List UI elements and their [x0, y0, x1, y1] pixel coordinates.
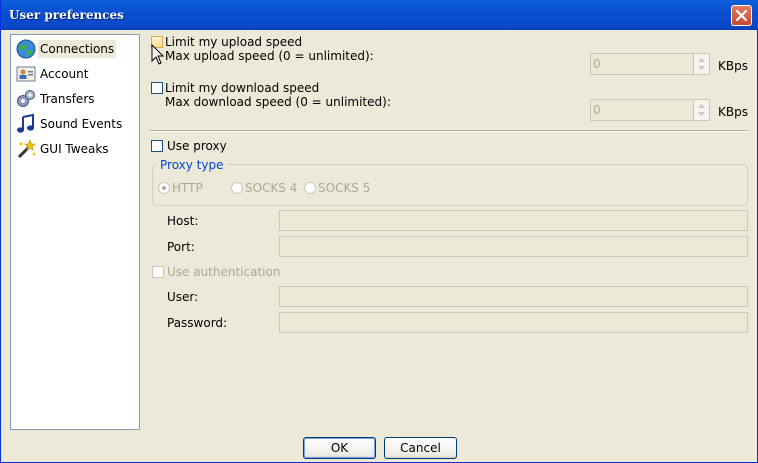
sidebar-item-label: Account [40, 67, 89, 81]
globe-network-icon [15, 38, 37, 60]
sidebar-item-label: Sound Events [40, 117, 123, 131]
password-label: Password: [167, 316, 228, 330]
port-input[interactable] [279, 236, 748, 257]
download-unit-label: KBps [718, 105, 748, 119]
sidebar-item-label: GUI Tweaks [40, 142, 109, 156]
close-button[interactable] [731, 5, 752, 26]
proxy-type-group-title: Proxy type [157, 158, 227, 172]
user-label: User: [167, 290, 199, 304]
window-title: User preferences [9, 8, 124, 22]
spinner-arrows[interactable] [693, 100, 709, 120]
limit-download-label[interactable]: Limit my download speed [165, 81, 319, 95]
max-download-spinner[interactable]: 0 [590, 99, 710, 121]
music-note-icon [15, 113, 37, 135]
port-label: Port: [167, 240, 195, 254]
sidebar-item-label: Transfers [40, 92, 95, 106]
user-card-icon [15, 63, 37, 85]
paint-sparkle-icon [15, 138, 37, 160]
ok-button[interactable]: OK [303, 437, 376, 459]
limit-upload-label[interactable]: Limit my upload speed [165, 35, 302, 49]
host-input[interactable] [279, 210, 748, 231]
sidebar-item-sound-events[interactable]: Sound Events [15, 112, 123, 136]
close-icon [735, 9, 748, 22]
proxy-type-http-label[interactable]: HTTP [172, 181, 203, 195]
max-upload-value: 0 [593, 57, 601, 71]
limit-download-checkbox[interactable] [151, 82, 163, 94]
sidebar-item-account[interactable]: Account [15, 62, 121, 86]
proxy-type-http-radio[interactable] [158, 182, 170, 194]
use-authentication-label[interactable]: Use authentication [167, 265, 280, 279]
category-list[interactable]: Connections Account Transfers Sound Even… [10, 34, 140, 430]
password-input[interactable] [279, 312, 748, 333]
max-upload-spinner[interactable]: 0 [590, 53, 710, 75]
user-input[interactable] [279, 286, 748, 307]
sidebar-item-transfers[interactable]: Transfers [15, 87, 121, 111]
radio-selected-dot [162, 186, 166, 190]
mouse-cursor-icon [151, 44, 165, 65]
preferences-window: User preferences Connections Account Tra… [0, 0, 758, 463]
gears-icon [15, 88, 37, 110]
use-proxy-checkbox[interactable] [151, 140, 163, 152]
spinner-arrows[interactable] [693, 54, 709, 74]
upload-unit-label: KBps [718, 59, 748, 73]
section-divider [150, 130, 748, 132]
title-bar[interactable]: User preferences [1, 0, 758, 30]
host-label: Host: [167, 214, 199, 228]
proxy-type-socks4-label[interactable]: SOCKS 4 [245, 181, 297, 195]
up-down-arrows-icon [698, 58, 705, 70]
proxy-type-socks4-radio[interactable] [231, 182, 243, 194]
max-upload-label: Max upload speed (0 = unlimited): [165, 49, 374, 63]
max-download-label: Max download speed (0 = unlimited): [165, 95, 391, 109]
use-proxy-label[interactable]: Use proxy [167, 139, 227, 153]
up-down-arrows-icon [698, 104, 705, 116]
proxy-type-socks5-label[interactable]: SOCKS 5 [318, 181, 370, 195]
use-authentication-checkbox[interactable] [152, 266, 164, 278]
sidebar-item-gui-tweaks[interactable]: GUI Tweaks [15, 137, 121, 161]
proxy-type-socks5-radio[interactable] [304, 182, 316, 194]
sidebar-item-connections[interactable]: Connections [15, 37, 121, 61]
sidebar-item-label: Connections [38, 40, 117, 58]
max-download-value: 0 [593, 103, 601, 117]
cancel-button[interactable]: Cancel [384, 437, 457, 459]
